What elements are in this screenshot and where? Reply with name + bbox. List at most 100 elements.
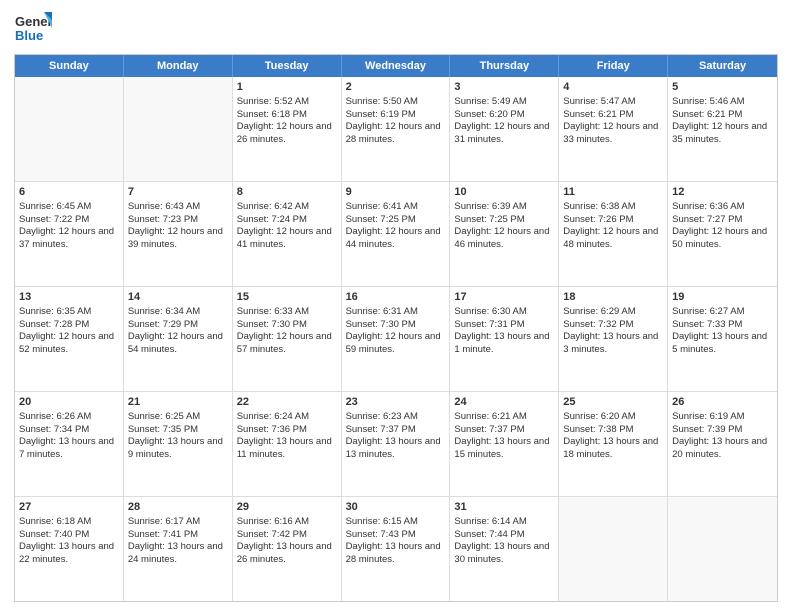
day-cell-24: 24Sunrise: 6:21 AMSunset: 7:37 PMDayligh… — [450, 392, 559, 496]
sunset-text: Sunset: 6:18 PM — [237, 109, 337, 122]
day-number: 3 — [454, 80, 554, 95]
page: General Blue SundayMondayTuesdayWednesda… — [0, 0, 792, 612]
day-cell-3: 3Sunrise: 5:49 AMSunset: 6:20 PMDaylight… — [450, 77, 559, 181]
sunset-text: Sunset: 7:25 PM — [454, 214, 554, 227]
sunset-text: Sunset: 7:25 PM — [346, 214, 446, 227]
day-cell-16: 16Sunrise: 6:31 AMSunset: 7:30 PMDayligh… — [342, 287, 451, 391]
day-cell-27: 27Sunrise: 6:18 AMSunset: 7:40 PMDayligh… — [15, 497, 124, 601]
daylight-text: Daylight: 12 hours and 37 minutes. — [19, 226, 119, 252]
calendar: SundayMondayTuesdayWednesdayThursdayFrid… — [14, 54, 778, 602]
sunrise-text: Sunrise: 6:36 AM — [672, 201, 773, 214]
calendar-week-5: 27Sunrise: 6:18 AMSunset: 7:40 PMDayligh… — [15, 497, 777, 601]
weekday-header-wednesday: Wednesday — [342, 55, 451, 77]
daylight-text: Daylight: 12 hours and 52 minutes. — [19, 331, 119, 357]
sunrise-text: Sunrise: 6:43 AM — [128, 201, 228, 214]
weekday-header-tuesday: Tuesday — [233, 55, 342, 77]
sunset-text: Sunset: 7:40 PM — [19, 529, 119, 542]
day-number: 16 — [346, 290, 446, 305]
sunrise-text: Sunrise: 6:39 AM — [454, 201, 554, 214]
logo: General Blue — [14, 10, 52, 48]
daylight-text: Daylight: 13 hours and 30 minutes. — [454, 541, 554, 567]
calendar-week-1: 1Sunrise: 5:52 AMSunset: 6:18 PMDaylight… — [15, 77, 777, 182]
sunrise-text: Sunrise: 6:26 AM — [19, 411, 119, 424]
calendar-week-4: 20Sunrise: 6:26 AMSunset: 7:34 PM Dayligh… — [15, 392, 777, 497]
day-cell-14: 14Sunrise: 6:34 AMSunset: 7:29 PMDayligh… — [124, 287, 233, 391]
daylight-text: Daylight: 12 hours and 50 minutes. — [672, 226, 773, 252]
daylight-text: Daylight: 13 hours and 11 minutes. — [237, 436, 337, 462]
day-cell-10: 10Sunrise: 6:39 AMSunset: 7:25 PMDayligh… — [450, 182, 559, 286]
calendar-week-3: 13Sunrise: 6:35 AMSunset: 7:28 PMDayligh… — [15, 287, 777, 392]
sunrise-text: Sunrise: 6:15 AM — [346, 516, 446, 529]
sunrise-text: Sunrise: 6:35 AM — [19, 306, 119, 319]
sunset-text: Sunset: 7:35 PM — [128, 424, 228, 437]
sunrise-text: Sunrise: 6:31 AM — [346, 306, 446, 319]
daylight-text: Daylight: 13 hours and 3 minutes. — [563, 331, 663, 357]
svg-text:Blue: Blue — [15, 28, 43, 43]
day-number: 27 — [19, 500, 119, 515]
day-cell-1: 1Sunrise: 5:52 AMSunset: 6:18 PMDaylight… — [233, 77, 342, 181]
weekday-header-thursday: Thursday — [450, 55, 559, 77]
weekday-header-sunday: Sunday — [15, 55, 124, 77]
sunset-text: Sunset: 7:28 PM — [19, 319, 119, 332]
day-cell-28: 28Sunrise: 6:17 AMSunset: 7:41 PMDayligh… — [124, 497, 233, 601]
sunrise-text: Sunrise: 6:17 AM — [128, 516, 228, 529]
sunset-text: Sunset: 6:20 PM — [454, 109, 554, 122]
sunset-text: Sunset: 7:43 PM — [346, 529, 446, 542]
calendar-header: SundayMondayTuesdayWednesdayThursdayFrid… — [15, 55, 777, 77]
sunset-text: Sunset: 7:26 PM — [563, 214, 663, 227]
day-cell-20: 20Sunrise: 6:26 AMSunset: 7:34 PMDayligh… — [15, 392, 124, 496]
daylight-text: Daylight: 12 hours and 46 minutes. — [454, 226, 554, 252]
day-number: 26 — [672, 395, 773, 410]
day-number: 5 — [672, 80, 773, 95]
day-number: 15 — [237, 290, 337, 305]
sunrise-text: Sunrise: 6:14 AM — [454, 516, 554, 529]
sunset-text: Sunset: 7:27 PM — [672, 214, 773, 227]
day-number: 31 — [454, 500, 554, 515]
empty-cell — [15, 77, 124, 181]
empty-cell — [668, 497, 777, 601]
daylight-text: Daylight: 12 hours and 35 minutes. — [672, 121, 773, 147]
daylight-text: Daylight: 12 hours and 48 minutes. — [563, 226, 663, 252]
day-cell-29: 29Sunrise: 6:16 AMSunset: 7:42 PMDayligh… — [233, 497, 342, 601]
day-number: 6 — [19, 185, 119, 200]
header: General Blue — [14, 10, 778, 48]
sunrise-text: Sunrise: 6:23 AM — [346, 411, 446, 424]
daylight-text: Daylight: 12 hours and 26 minutes. — [237, 121, 337, 147]
sunset-text: Sunset: 6:21 PM — [563, 109, 663, 122]
sunset-text: Sunset: 7:34 PM — [19, 424, 119, 437]
day-number: 20 — [19, 395, 119, 410]
sunset-text: Sunset: 7:31 PM — [454, 319, 554, 332]
day-number: 19 — [672, 290, 773, 305]
day-number: 7 — [128, 185, 228, 200]
daylight-text: Daylight: 12 hours and 41 minutes. — [237, 226, 337, 252]
sunset-text: Sunset: 7:36 PM — [237, 424, 337, 437]
sunrise-text: Sunrise: 6:16 AM — [237, 516, 337, 529]
daylight-text: Daylight: 12 hours and 31 minutes. — [454, 121, 554, 147]
day-number: 22 — [237, 395, 337, 410]
daylight-text: Daylight: 12 hours and 54 minutes. — [128, 331, 228, 357]
daylight-text: Daylight: 13 hours and 9 minutes. — [128, 436, 228, 462]
weekday-header-friday: Friday — [559, 55, 668, 77]
sunrise-text: Sunrise: 6:27 AM — [672, 306, 773, 319]
daylight-text: Daylight: 12 hours and 44 minutes. — [346, 226, 446, 252]
sunrise-text: Sunrise: 6:41 AM — [346, 201, 446, 214]
day-number: 1 — [237, 80, 337, 95]
sunset-text: Sunset: 6:19 PM — [346, 109, 446, 122]
day-cell-25: 25Sunrise: 6:20 AMSunset: 7:38 PMDayligh… — [559, 392, 668, 496]
day-cell-13: 13Sunrise: 6:35 AMSunset: 7:28 PMDayligh… — [15, 287, 124, 391]
calendar-body: 1Sunrise: 5:52 AMSunset: 6:18 PMDaylight… — [15, 77, 777, 601]
daylight-text: Daylight: 13 hours and 15 minutes. — [454, 436, 554, 462]
day-cell-5: 5Sunrise: 5:46 AMSunset: 6:21 PMDaylight… — [668, 77, 777, 181]
day-cell-18: 18Sunrise: 6:29 AMSunset: 7:32 PMDayligh… — [559, 287, 668, 391]
day-number: 4 — [563, 80, 663, 95]
daylight-text: Daylight: 12 hours and 39 minutes. — [128, 226, 228, 252]
sunset-text: Sunset: 7:23 PM — [128, 214, 228, 227]
day-number: 14 — [128, 290, 228, 305]
day-number: 2 — [346, 80, 446, 95]
logo-icon: General Blue — [14, 10, 52, 48]
day-number: 30 — [346, 500, 446, 515]
day-cell-21: 21Sunrise: 6:25 AMSunset: 7:35 PMDayligh… — [124, 392, 233, 496]
sunrise-text: Sunrise: 6:30 AM — [454, 306, 554, 319]
daylight-text: Daylight: 13 hours and 5 minutes. — [672, 331, 773, 357]
day-number: 10 — [454, 185, 554, 200]
